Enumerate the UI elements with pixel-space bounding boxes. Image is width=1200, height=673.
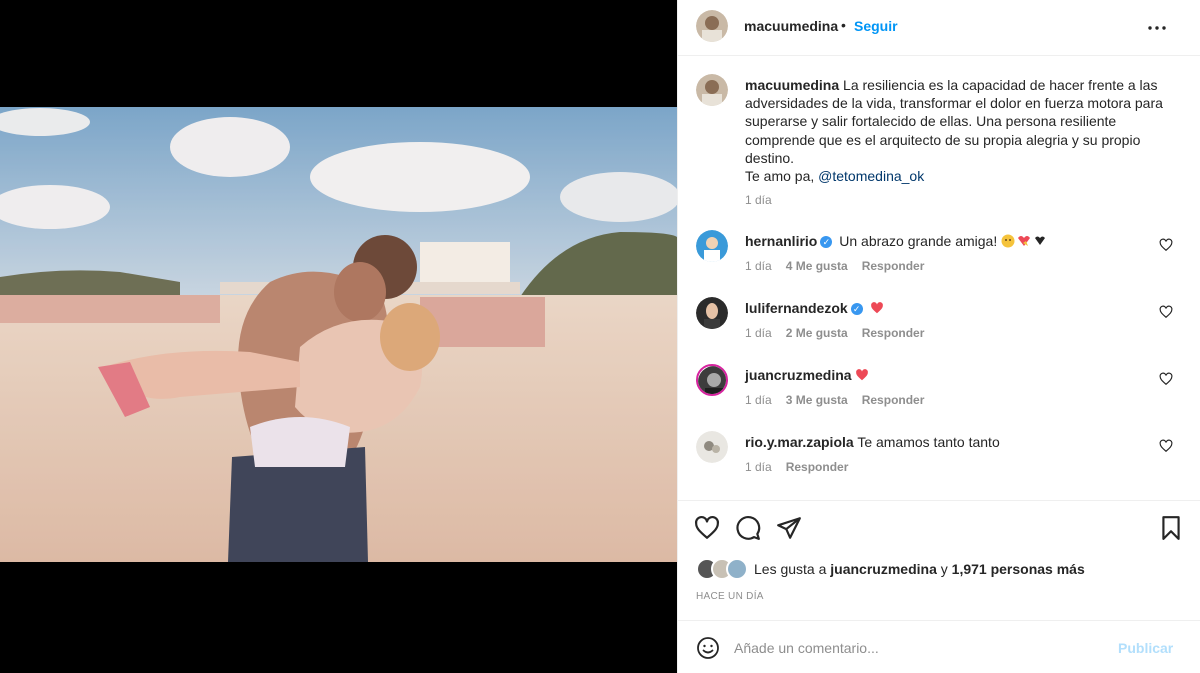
reply-button[interactable]: Responder <box>862 393 925 407</box>
heart-outline-icon[interactable] <box>694 515 720 541</box>
post-side-panel: macuumedina • Seguir macuumedina La resi… <box>677 0 1200 673</box>
caption-mention-link[interactable]: @tetomedina_ok <box>818 168 924 184</box>
author-avatar[interactable] <box>696 10 728 42</box>
comment-likes[interactable]: 4 Me gusta <box>786 259 848 273</box>
follow-button[interactable]: Seguir <box>854 18 898 34</box>
post-actions-bar <box>678 500 1200 555</box>
publish-button[interactable]: Publicar <box>1118 640 1173 656</box>
caption-avatar[interactable] <box>696 74 728 106</box>
paper-plane-icon[interactable] <box>776 515 802 541</box>
comment-avatar[interactable] <box>696 297 728 329</box>
liker-avatar <box>726 558 748 580</box>
comment-meta: 1 día 2 Me gusta Responder <box>745 326 938 340</box>
reply-button[interactable]: Responder <box>786 460 849 474</box>
comment-item: rio.y.mar.zapiola Te amamos tanto tanto … <box>678 431 1200 491</box>
comment-item: juancruzmedina 1 día 3 Me gusta Responder <box>678 364 1200 424</box>
likes-summary: Les gusta a juancruzmedina y 1,971 perso… <box>696 556 1186 582</box>
hug-heart-emojis-icon <box>1001 234 1047 251</box>
comment-avatar[interactable] <box>696 230 728 262</box>
comment-time[interactable]: 1 día <box>745 259 772 273</box>
comment-text: Te amamos tanto tanto <box>857 434 1000 450</box>
comment-like-heart-icon[interactable] <box>1159 439 1173 453</box>
likes-text: Les gusta a juancruzmedina y 1,971 perso… <box>754 561 1085 577</box>
caption-line2: Te amo pa, <box>745 168 819 185</box>
verified-badge-icon: ✓ <box>850 303 863 316</box>
caption-text: macuumedina La resiliencia es la capacid… <box>745 76 1175 185</box>
post-media[interactable] <box>0 0 677 673</box>
comment-time[interactable]: 1 día <box>745 460 772 474</box>
comment-item: hernanlirio ✓ Un abrazo grande amiga! 1 d… <box>678 230 1200 290</box>
likes-middle: y <box>936 561 952 577</box>
red-heart-icon <box>855 368 869 385</box>
post-header: macuumedina • Seguir <box>678 0 1200 56</box>
comment-username[interactable]: lulifernandezok <box>745 300 848 316</box>
comment-text: Un abrazo grande amiga! <box>839 233 998 249</box>
comment-meta: 1 día 3 Me gusta Responder <box>745 393 938 407</box>
comment-username[interactable]: juancruzmedina <box>745 367 852 383</box>
comment-likes[interactable]: 3 Me gusta <box>786 393 848 407</box>
comment-time[interactable]: 1 día <box>745 393 772 407</box>
likes-count-link[interactable]: 1,971 personas más <box>952 561 1085 577</box>
post-photo[interactable] <box>0 107 677 562</box>
likes-user-link[interactable]: juancruzmedina <box>830 561 937 577</box>
author-username[interactable]: macuumedina <box>744 18 838 34</box>
post-timestamp[interactable]: HACE UN DÍA <box>696 591 764 602</box>
add-comment-bar: Publicar <box>678 620 1200 673</box>
comment-time[interactable]: 1 día <box>745 326 772 340</box>
liker-avatars[interactable] <box>696 558 752 580</box>
comment-likes[interactable]: 2 Me gusta <box>786 326 848 340</box>
comment-line: lulifernandezok ✓ <box>745 300 884 318</box>
comment-line: rio.y.mar.zapiola Te amamos tanto tanto <box>745 434 1000 450</box>
caption-username[interactable]: macuumedina <box>745 77 839 93</box>
reply-button[interactable]: Responder <box>862 259 925 273</box>
beach-photo-image <box>0 107 677 562</box>
comment-meta: 1 día 4 Me gusta Responder <box>745 259 938 273</box>
caption-timestamp[interactable]: 1 día <box>745 193 772 207</box>
comment-username[interactable]: hernanlirio <box>745 233 817 249</box>
likes-prefix: Les gusta a <box>754 561 831 577</box>
more-options-icon[interactable] <box>1146 18 1168 38</box>
comment-avatar[interactable] <box>696 431 728 463</box>
red-heart-icon <box>870 301 884 318</box>
comment-like-heart-icon[interactable] <box>1159 238 1173 252</box>
comment-item: lulifernandezok ✓ 1 día 2 Me gusta Responde… <box>678 297 1200 357</box>
bookmark-icon[interactable] <box>1158 515 1184 541</box>
comment-username[interactable]: rio.y.mar.zapiola <box>745 434 854 450</box>
comment-line: juancruzmedina <box>745 367 869 385</box>
comment-like-heart-icon[interactable] <box>1159 305 1173 319</box>
comment-meta: 1 día Responder <box>745 460 862 474</box>
reply-button[interactable]: Responder <box>862 326 925 340</box>
comment-like-heart-icon[interactable] <box>1159 372 1173 386</box>
smiley-icon[interactable] <box>696 636 720 660</box>
header-separator: • <box>841 17 846 33</box>
comment-input[interactable] <box>734 634 1094 662</box>
comment-line: hernanlirio ✓ Un abrazo grande amiga! <box>745 233 1047 251</box>
verified-badge-icon: ✓ <box>820 236 833 249</box>
comment-avatar-story-ring[interactable] <box>696 364 728 396</box>
comment-bubble-icon[interactable] <box>735 515 761 541</box>
